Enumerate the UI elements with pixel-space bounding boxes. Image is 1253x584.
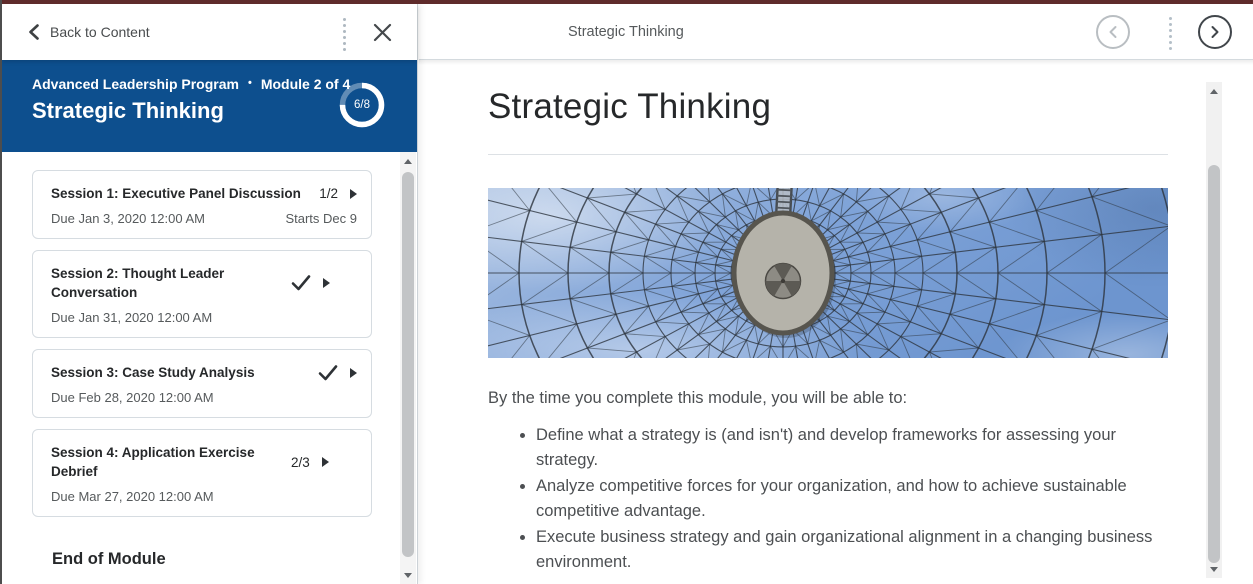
back-to-content-label: Back to Content bbox=[50, 24, 150, 40]
sidebar-kebab-dots-icon[interactable] bbox=[343, 18, 346, 51]
glass-dome-photo bbox=[488, 188, 1168, 358]
caret-right-icon[interactable] bbox=[350, 368, 357, 378]
module-sidebar: Back to Content Advanced Leadership Prog… bbox=[2, 4, 418, 584]
separator-dot: • bbox=[248, 77, 252, 89]
caret-right-icon[interactable] bbox=[323, 278, 330, 288]
content-panel: Strategic Thinking Strategic Thinking bbox=[419, 4, 1253, 584]
next-topic-button[interactable] bbox=[1198, 15, 1232, 49]
session-card-4[interactable]: Session 4: Application Exercise Debrief … bbox=[32, 429, 372, 517]
session-progress: 2/3 bbox=[291, 455, 310, 470]
end-of-module-label: End of Module bbox=[52, 550, 371, 569]
scroll-up-arrow[interactable] bbox=[1206, 84, 1222, 98]
scroll-down-arrow[interactable] bbox=[1206, 562, 1222, 576]
session-card-3[interactable]: Session 3: Case Study Analysis Due Feb 2… bbox=[32, 349, 372, 418]
chevron-left-icon bbox=[1107, 25, 1119, 39]
session-due-date: Due Feb 28, 2020 12:00 AM bbox=[51, 390, 214, 405]
content-scrollbar[interactable] bbox=[1206, 82, 1222, 578]
caret-right-icon[interactable] bbox=[350, 189, 357, 199]
list-item: Execute business strategy and gain organ… bbox=[536, 525, 1168, 575]
session-list: Session 1: Executive Panel Discussion 1/… bbox=[2, 152, 417, 584]
sidebar-scrollbar[interactable] bbox=[400, 152, 416, 584]
session-title: Session 2: Thought Leader Conversation bbox=[51, 264, 283, 302]
chevron-left-icon bbox=[28, 24, 39, 40]
module-progress-label: 6/8 bbox=[338, 81, 386, 129]
module-position: Module 2 of 4 bbox=[261, 76, 350, 92]
back-to-content-button[interactable]: Back to Content bbox=[28, 4, 150, 60]
session-card-1[interactable]: Session 1: Executive Panel Discussion 1/… bbox=[32, 170, 372, 239]
chevron-right-icon bbox=[1209, 25, 1221, 39]
session-title: Session 1: Executive Panel Discussion bbox=[51, 184, 311, 203]
list-item: Define what a strategy is (and isn't) an… bbox=[536, 423, 1168, 473]
session-title: Session 3: Case Study Analysis bbox=[51, 363, 310, 382]
session-due-date: Due Jan 3, 2020 12:00 AM bbox=[51, 211, 205, 226]
page-title: Strategic Thinking bbox=[488, 87, 1168, 127]
checkmark-icon bbox=[318, 364, 338, 382]
module-header: Advanced Leadership Program • Module 2 o… bbox=[2, 60, 417, 152]
session-card-2[interactable]: Session 2: Thought Leader Conversation D… bbox=[32, 250, 372, 338]
checkmark-icon bbox=[291, 274, 311, 292]
session-title: Session 4: Application Exercise Debrief bbox=[51, 443, 283, 481]
sidebar-topbar: Back to Content bbox=[2, 4, 417, 60]
previous-topic-button[interactable] bbox=[1096, 15, 1130, 49]
window-chrome-bar bbox=[0, 0, 1253, 4]
topic-title: Strategic Thinking bbox=[568, 4, 684, 60]
session-progress: 1/2 bbox=[319, 186, 338, 201]
close-icon[interactable] bbox=[372, 22, 393, 43]
title-divider bbox=[488, 154, 1168, 155]
session-due-date: Due Mar 27, 2020 12:00 AM bbox=[51, 489, 214, 504]
caret-right-icon[interactable] bbox=[322, 457, 329, 467]
window-left-edge bbox=[0, 0, 2, 584]
scroll-up-arrow[interactable] bbox=[400, 154, 416, 168]
session-start-date: Starts Dec 9 bbox=[285, 211, 357, 226]
program-name: Advanced Leadership Program bbox=[32, 76, 239, 92]
scroll-down-arrow[interactable] bbox=[400, 568, 416, 582]
objectives-list: Define what a strategy is (and isn't) an… bbox=[488, 423, 1168, 575]
session-due-date: Due Jan 31, 2020 12:00 AM bbox=[51, 310, 212, 325]
module-progress-ring: 6/8 bbox=[338, 81, 386, 129]
scrollbar-thumb[interactable] bbox=[402, 172, 414, 557]
lms-content-viewer: Back to Content Advanced Leadership Prog… bbox=[0, 0, 1253, 584]
content-topbar: Strategic Thinking bbox=[419, 4, 1253, 60]
scrollbar-thumb[interactable] bbox=[1208, 165, 1220, 563]
list-item: Analyze competitive forces for your orga… bbox=[536, 474, 1168, 524]
content-body: Strategic Thinking bbox=[419, 60, 1253, 584]
topbar-kebab-dots-icon[interactable] bbox=[1169, 17, 1172, 50]
document: Strategic Thinking bbox=[488, 87, 1168, 575]
intro-text: By the time you complete this module, yo… bbox=[488, 389, 1168, 408]
